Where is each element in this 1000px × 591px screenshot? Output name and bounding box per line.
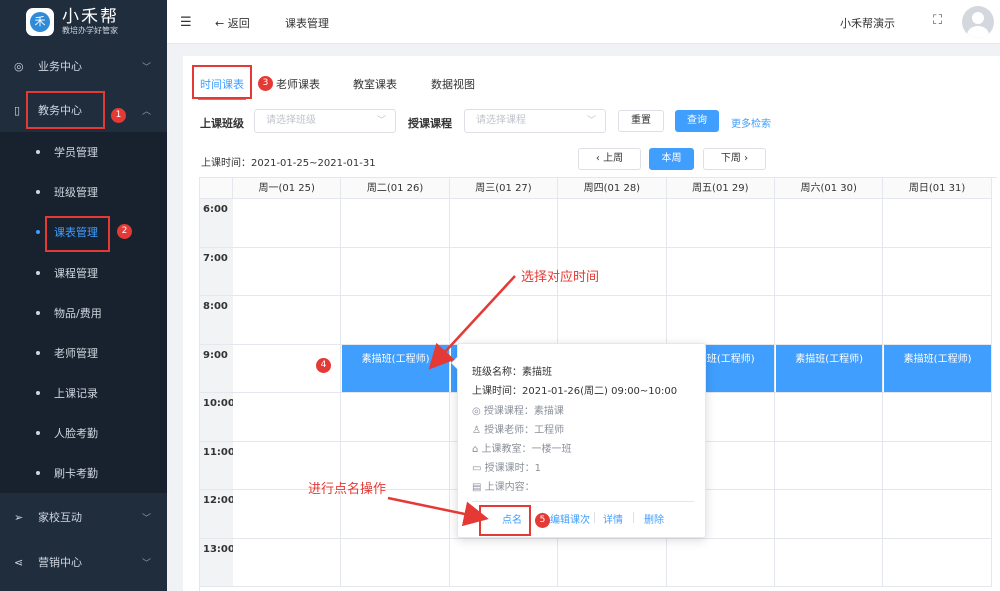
arrow-to-lesson	[428, 275, 516, 370]
app-root: 禾 小禾帮 教培办学好管家 ◎ 业务中心 ﹀ ▯ 教务中心 ︿ 学员管理 班级管…	[0, 0, 1000, 591]
arrow-to-rollcall	[387, 496, 489, 527]
annotation-arrows	[387, 275, 516, 527]
